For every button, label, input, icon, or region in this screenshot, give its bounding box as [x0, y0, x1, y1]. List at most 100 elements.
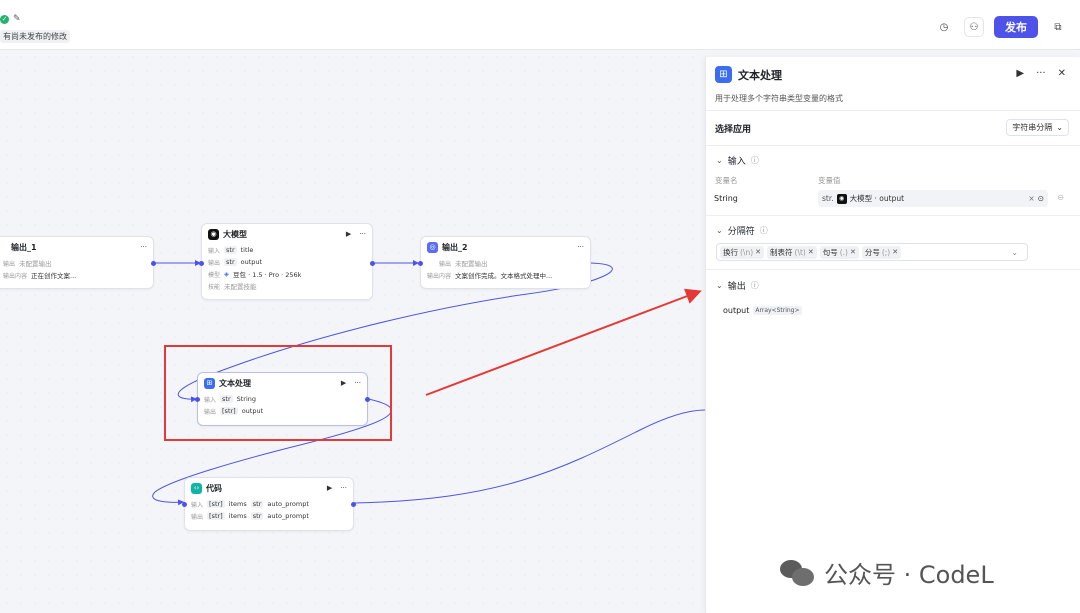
type-tag: str	[224, 258, 237, 266]
row-value: 正在创作文案...	[31, 272, 77, 280]
chip-symbol: (.)	[839, 247, 848, 257]
panel-description: 用于处理多个字符串类型变量的格式	[715, 94, 843, 103]
input-section-header[interactable]: ⌄ 输入 ⓘ	[716, 154, 759, 167]
output-type: Array<String>	[753, 306, 802, 315]
run-icon[interactable]: ▶	[346, 230, 351, 238]
llm-icon: ◉	[208, 228, 219, 240]
type-tag: str	[250, 500, 264, 508]
watermark-text: 公众号 · CodeL	[824, 561, 994, 589]
close-icon[interactable]: ✕	[892, 248, 898, 256]
chevron-down-icon: ⌄	[716, 226, 723, 235]
more-icon[interactable]: ···	[577, 243, 584, 251]
topbar-actions: ◷ ⚇ 发布 ⧉	[934, 16, 1068, 38]
clear-icon[interactable]: ×	[1028, 194, 1034, 203]
close-icon[interactable]: ✕	[755, 248, 761, 256]
type-tag: [str]	[207, 500, 225, 508]
divider	[706, 110, 1080, 111]
run-icon[interactable]: ▶	[327, 484, 332, 492]
row-value: 未配置技能	[224, 283, 257, 291]
node-title: 输出_2	[442, 242, 468, 252]
separator-section-header[interactable]: ⌄ 分隔符 ⓘ	[716, 224, 768, 237]
chevron-down-icon: ⌄	[1056, 123, 1063, 132]
chevron-down-icon[interactable]: ⌄	[1011, 248, 1018, 257]
top-bar: ✓ ✎ 有尚未发布的修改 ◷ ⚇ 发布 ⧉	[0, 0, 1080, 50]
row-key: 输入	[208, 247, 221, 255]
row-key: 输出内容	[427, 272, 452, 280]
section-title: 分隔符	[727, 227, 755, 237]
panel-title: 文本处理	[738, 68, 782, 82]
output-node-icon: ◎	[427, 241, 438, 253]
node-settings-panel: ⊞ 文本处理 ▶ ··· ✕ 用于处理多个字符串类型变量的格式 选择应用 字符串…	[705, 57, 1080, 613]
divider	[706, 269, 1080, 270]
node-code[interactable]: ‹› 代码 ▶ ··· 输入 [str] items str auto_prompt 输…	[182, 477, 356, 531]
edit-icon[interactable]: ✎	[13, 14, 21, 24]
input-port[interactable]	[199, 261, 204, 266]
separator-chip: 换行 (\n) ✕	[720, 245, 765, 259]
more-icon[interactable]: ···	[359, 230, 366, 238]
section-title: 输出	[727, 282, 746, 292]
row-value: 文案创作完成。文本格式处理中...	[455, 272, 553, 280]
chip-symbol: (;)	[881, 247, 891, 257]
history-icon[interactable]: ◷	[934, 17, 954, 37]
row-key: 技能	[208, 283, 221, 291]
output-port[interactable]	[351, 502, 356, 507]
row-value: auto_prompt	[267, 512, 309, 520]
input-port[interactable]	[418, 261, 423, 266]
remove-icon[interactable]: ⊖	[1057, 193, 1064, 202]
output-row: output Array<String>	[723, 306, 802, 315]
node-output-1[interactable]: 输出_1 ··· 输出 未配置输出 输出内容 正在创作文案...	[0, 236, 156, 289]
input-port[interactable]	[182, 502, 187, 507]
row-key: 输出	[191, 513, 204, 521]
more-icon[interactable]: ···	[1036, 68, 1046, 79]
close-icon[interactable]: ✕	[850, 248, 856, 256]
var-name-field[interactable]: String	[714, 194, 738, 203]
unpublished-badge: 有尚未发布的修改	[0, 30, 70, 43]
close-icon[interactable]: ✕	[1058, 68, 1066, 79]
row-key: 输出内容	[3, 272, 28, 280]
row-value: items	[228, 512, 247, 520]
row-value: auto_prompt	[267, 500, 309, 508]
var-type: str.	[822, 194, 834, 203]
chevron-down-icon: ⌄	[716, 281, 723, 290]
select-app-label: 选择应用	[715, 125, 752, 135]
app-select[interactable]: 字符串分隔 ⌄	[1006, 119, 1069, 136]
row-value: items	[228, 500, 247, 508]
var-ref: 大模型 · output	[849, 194, 905, 203]
chip-label: 换行	[723, 247, 738, 257]
node-llm[interactable]: ◉ 大模型 ▶ ··· 输入 str title 输出 str output 模型 ◈ 豆包…	[199, 223, 375, 300]
check-circle-icon: ✓	[0, 14, 9, 24]
chip-label: 制表符	[770, 247, 793, 257]
node-title: 代码	[206, 483, 222, 493]
separator-chip: 句号 (.) ✕	[819, 245, 859, 259]
wechat-icon	[780, 558, 816, 588]
row-value: output	[240, 258, 263, 266]
text-process-icon: ⊞	[715, 66, 732, 83]
highlight-box	[164, 345, 392, 441]
chip-label: 分号	[864, 247, 880, 257]
chip-label: 句号	[822, 247, 838, 257]
close-icon[interactable]: ✕	[808, 248, 814, 256]
divider	[706, 145, 1080, 146]
more-icon[interactable]: ···	[140, 243, 147, 251]
row-value: 未配置输出	[455, 260, 488, 268]
info-icon: ⓘ	[750, 156, 759, 165]
output-port[interactable]	[151, 261, 156, 266]
separator-select[interactable]: 换行 (\n) ✕ 制表符 (\t) ✕ 句号 (.) ✕ 分号 (;) ✕ ⌄	[716, 243, 1028, 261]
var-name-header: 变量名	[715, 176, 738, 185]
var-value-header: 变量值	[818, 176, 841, 185]
output-section-header[interactable]: ⌄ 输出 ⓘ	[716, 279, 759, 292]
select-value: 字符串分隔	[1012, 123, 1053, 132]
output-port[interactable]	[370, 261, 375, 266]
row-value: 未配置输出	[19, 260, 52, 268]
more-icon[interactable]: ···	[340, 484, 347, 492]
target-icon[interactable]: ⊙	[1038, 194, 1044, 203]
copy-icon[interactable]: ⧉	[1048, 17, 1068, 37]
node-title: 输出_1	[11, 242, 37, 252]
var-value-field[interactable]: str. ◉ 大模型 · output × ⊙	[818, 190, 1048, 207]
model-icon: ◈	[224, 270, 230, 278]
node-output-2[interactable]: ◎ 输出_2 ··· 输出 未配置输出 输出内容 文案创作完成。文本格式处理中...	[418, 236, 591, 289]
type-tag: str	[224, 246, 237, 254]
run-icon[interactable]: ▶	[1016, 68, 1024, 79]
publish-button[interactable]: 发布	[994, 16, 1038, 38]
collaborator-icon[interactable]: ⚇	[964, 17, 984, 37]
